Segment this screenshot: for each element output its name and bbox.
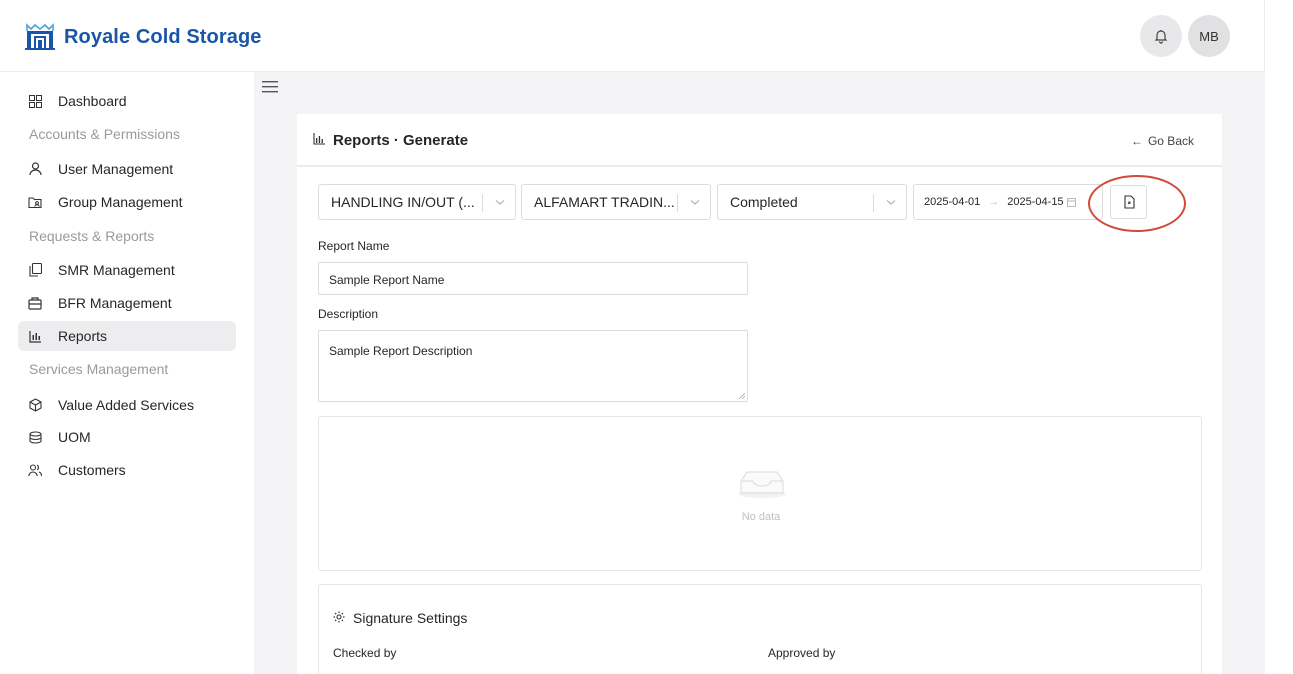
copy-icon xyxy=(28,263,42,277)
sidebar-item-reports[interactable]: Reports xyxy=(18,321,236,351)
date-range-picker[interactable]: 2025-04-01 → 2025-04-15 xyxy=(913,184,1103,220)
checked-by-label: Checked by xyxy=(333,646,397,660)
brand-logo-icon xyxy=(25,23,55,50)
gear-icon xyxy=(333,610,345,626)
resize-grip-icon[interactable] xyxy=(739,393,745,399)
approved-by-label: Approved by xyxy=(768,646,836,660)
status-value: Completed xyxy=(730,194,798,210)
go-back-label: Go Back xyxy=(1147,134,1194,148)
description-value: Sample Report Description xyxy=(329,344,473,358)
chevron-down-icon xyxy=(690,200,700,205)
sidebar-item-label: User Management xyxy=(58,161,174,177)
chevron-down-icon xyxy=(495,200,505,205)
date-from: 2025-04-01 xyxy=(924,196,981,208)
user-icon xyxy=(28,162,42,176)
customer-value: ALFAMART TRADIN... xyxy=(534,194,675,210)
sidebar-item-value-added-services[interactable]: Value Added Services xyxy=(18,390,236,420)
sidebar-item-label: BFR Management xyxy=(58,295,172,311)
calendar-icon xyxy=(1066,198,1076,207)
dashboard-icon xyxy=(28,94,42,108)
card-header: Reports · Generate ← Go Back xyxy=(297,114,1222,167)
annotation-highlight-circle xyxy=(1088,175,1186,232)
bell-icon xyxy=(1154,30,1168,44)
page-title: Reports · Generate xyxy=(313,132,468,149)
go-back-link[interactable]: ← Go Back xyxy=(1131,134,1194,148)
page-title-text: Reports · Generate xyxy=(333,132,469,149)
sidebar-item-dashboard[interactable]: Dashboard xyxy=(18,86,236,116)
empty-inbox-icon xyxy=(738,471,786,498)
users-icon xyxy=(28,463,42,477)
select-separator xyxy=(873,194,874,212)
empty-text: No data xyxy=(741,511,781,523)
sidebar-item-group-management[interactable]: Group Management xyxy=(18,187,236,217)
sidebar-item-label: Value Added Services xyxy=(58,397,194,413)
app-header: Royale Cold Storage MB xyxy=(0,0,1265,72)
status-select[interactable]: Completed xyxy=(717,184,907,220)
menu-toggle-icon[interactable] xyxy=(262,80,278,94)
sidebar-item-bfr-management[interactable]: BFR Management xyxy=(18,288,236,318)
sidebar-group-services: Services Management xyxy=(29,361,169,377)
select-separator xyxy=(677,194,678,212)
date-to: 2025-04-15 xyxy=(1007,196,1064,208)
user-avatar[interactable]: MB xyxy=(1188,15,1230,57)
arrow-left-icon: ← xyxy=(1130,134,1143,148)
description-label: Description xyxy=(318,307,379,321)
sidebar-item-label: Dashboard xyxy=(58,93,127,109)
folder-user-icon xyxy=(28,195,42,209)
customer-select[interactable]: ALFAMART TRADIN... xyxy=(521,184,711,220)
sidebar-item-label: SMR Management xyxy=(58,262,175,278)
sidebar-group-requests: Requests & Reports xyxy=(29,228,155,244)
report-name-label: Report Name xyxy=(318,239,390,253)
report-type-select[interactable]: HANDLING IN/OUT (... xyxy=(318,184,516,220)
report-name-input[interactable]: Sample Report Name xyxy=(318,262,748,295)
sidebar-item-label: Reports xyxy=(58,328,108,344)
brand-name: Royale Cold Storage xyxy=(64,25,262,48)
sidebar-item-smr-management[interactable]: SMR Management xyxy=(18,255,236,285)
sidebar-item-customers[interactable]: Customers xyxy=(18,455,236,485)
cube-icon xyxy=(28,398,42,412)
sidebar-item-label: Group Management xyxy=(58,194,183,210)
bar-chart-icon xyxy=(313,132,325,149)
database-icon xyxy=(28,430,42,444)
sidebar-item-user-management[interactable]: User Management xyxy=(18,154,236,184)
notifications-button[interactable] xyxy=(1140,15,1182,57)
box-icon xyxy=(28,296,42,310)
report-type-value: HANDLING IN/OUT (... xyxy=(331,194,475,210)
sidebar-item-label: Customers xyxy=(58,462,126,478)
signature-settings-panel: Signature Settings Checked by Approved b… xyxy=(318,584,1202,674)
sidebar-item-uom[interactable]: UOM xyxy=(18,422,236,452)
select-separator xyxy=(482,194,483,212)
report-preview-table: No data xyxy=(318,416,1202,571)
sidebar-group-accounts: Accounts & Permissions xyxy=(29,126,180,142)
chevron-down-icon xyxy=(886,200,896,205)
range-separator: → xyxy=(988,196,1000,208)
sidebar-item-label: UOM xyxy=(58,429,91,445)
signature-settings-label: Signature Settings xyxy=(353,610,468,626)
signature-settings-title: Signature Settings xyxy=(333,610,467,626)
description-textarea[interactable]: Sample Report Description xyxy=(318,330,748,402)
bar-chart-icon xyxy=(28,329,42,343)
brand[interactable]: Royale Cold Storage xyxy=(25,23,262,51)
